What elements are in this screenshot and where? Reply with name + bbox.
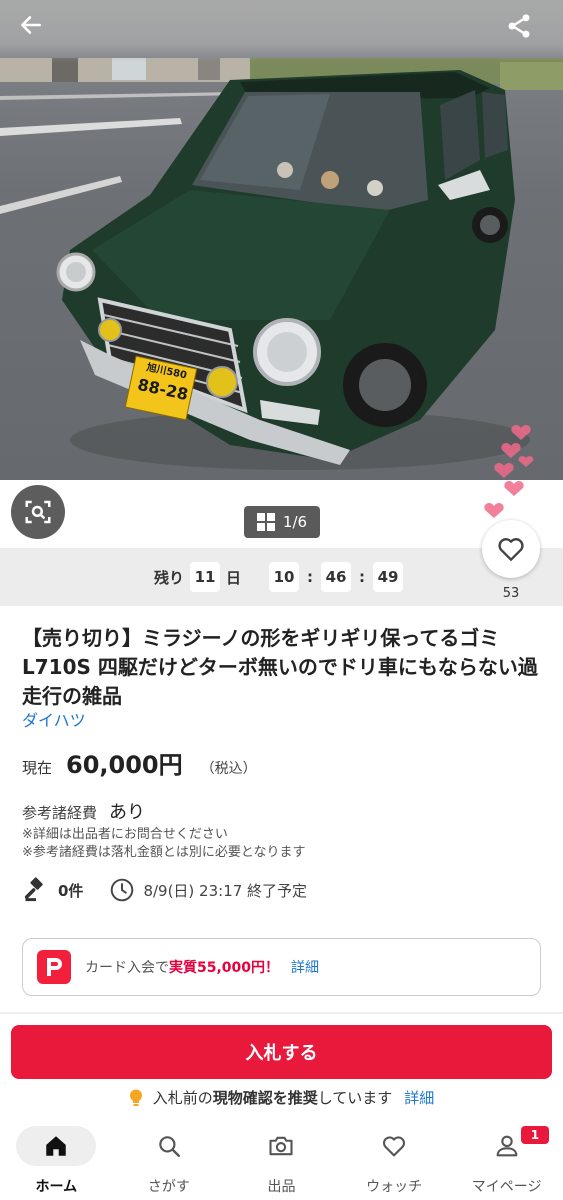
fee-note: ※参考諸経費は落札金額とは別に必要となります	[22, 845, 306, 860]
watch-button[interactable]	[482, 520, 540, 578]
image-counter-text: 1/6	[282, 513, 308, 531]
gavel-icon	[24, 877, 43, 902]
nav-watch[interactable]: ウォッチ	[338, 1120, 451, 1200]
notice-detail-link[interactable]: 詳細	[404, 1087, 434, 1108]
person-icon	[496, 1135, 518, 1157]
countdown-days-unit: 日	[226, 568, 242, 587]
countdown-separator: :	[359, 568, 366, 586]
notice-pre: 入札前の	[152, 1089, 213, 1107]
image-search-button[interactable]	[11, 485, 65, 539]
image-counter[interactable]: 1/6	[244, 506, 320, 538]
tax-note: （税込）	[200, 761, 257, 777]
fee-row: 参考諸経費 あり	[22, 798, 145, 824]
auction-countdown: 残り 11 日 10 : 46 : 49	[0, 548, 563, 606]
notification-badge: 1	[520, 1126, 549, 1144]
promo-text: カード入会で実質55,000円！	[85, 957, 279, 977]
fee-value: あり	[109, 802, 146, 823]
share-button[interactable]	[505, 12, 545, 52]
inspection-notice: 入札前の 現物確認を推奨 しています 詳細	[0, 1087, 563, 1108]
end-time: 8/9(日) 23:17 終了予定	[143, 881, 308, 900]
header-shade	[0, 0, 563, 62]
nav-mypage[interactable]: マイページ 1	[450, 1120, 563, 1200]
divider	[0, 1012, 563, 1014]
bottom-nav: ホーム さがす 出品 ウォッチ マイページ 1	[0, 1120, 563, 1200]
fee-note: ※詳細は出品者にお問合せください	[22, 827, 228, 842]
bid-button[interactable]: 入札する	[11, 1025, 552, 1079]
lightbulb-icon	[129, 1089, 142, 1106]
home-icon	[46, 1136, 67, 1156]
promo-highlight: 実質55,000円！	[169, 960, 280, 976]
promo-detail-link[interactable]: 詳細	[291, 957, 319, 977]
search-icon	[159, 1136, 180, 1157]
heart-outline-icon	[498, 538, 524, 561]
nav-icon-wrap	[16, 1126, 97, 1166]
paypay-logo-icon	[37, 950, 71, 984]
heart-icon	[383, 1136, 406, 1157]
nav-label: ホーム	[35, 1179, 78, 1195]
price-label: 現在	[22, 759, 53, 777]
image-controls: 1/6	[0, 480, 563, 548]
fee-notes: ※詳細は出品者にお問合せください ※参考諸経費は落札金額とは別に必要となります	[22, 826, 306, 862]
fee-label: 参考諸経費	[22, 804, 98, 822]
notice-bold: 現物確認を推奨	[212, 1089, 318, 1107]
camera-icon	[269, 1136, 294, 1156]
countdown-prefix: 残り	[153, 568, 184, 587]
countdown-hours: 10	[269, 562, 300, 592]
paypay-card-promo[interactable]: カード入会で実質55,000円！ 詳細	[22, 938, 541, 996]
price-row: 現在 60,000円 （税込）	[22, 745, 257, 780]
nav-sell[interactable]: 出品	[225, 1120, 338, 1200]
nav-home[interactable]: ホーム	[0, 1120, 113, 1200]
bid-count: 0件	[58, 881, 84, 900]
clock-icon	[111, 878, 134, 902]
watch-count: 53	[502, 586, 520, 601]
nav-label: 出品	[267, 1179, 296, 1195]
countdown-separator: :	[307, 568, 314, 586]
current-price: 60,000円	[66, 751, 183, 779]
item-title: 【売り切り】ミラジーノの形をギリギリ保ってるゴミL710S 四駆だけどターボ無い…	[22, 626, 538, 708]
nav-label: ウォッチ	[366, 1179, 423, 1195]
nav-icon-wrap	[354, 1126, 434, 1166]
auction-meta: 0件 8/9(日) 23:17 終了予定	[22, 876, 307, 904]
grid-icon	[256, 513, 275, 531]
item-photo[interactable]: 旭川580 88-28	[0, 0, 563, 480]
notice-post: しています	[317, 1089, 393, 1107]
promo-prefix: カード入会で	[85, 960, 169, 976]
nav-icon-wrap	[241, 1126, 321, 1166]
arrow-left-icon	[21, 16, 41, 34]
nav-label: さがす	[147, 1179, 190, 1195]
image-search-icon	[25, 500, 51, 524]
nav-search[interactable]: さがす	[113, 1120, 226, 1200]
countdown-seconds: 49	[373, 562, 404, 592]
nav-icon-wrap	[129, 1126, 209, 1166]
back-button[interactable]	[18, 12, 58, 52]
share-icon	[508, 14, 530, 38]
countdown-days: 11	[190, 562, 220, 592]
countdown-minutes: 46	[321, 562, 352, 592]
nav-label: マイページ	[471, 1179, 542, 1195]
car-photo-illustration	[0, 58, 563, 470]
brand-link[interactable]: ダイハツ	[22, 707, 86, 731]
